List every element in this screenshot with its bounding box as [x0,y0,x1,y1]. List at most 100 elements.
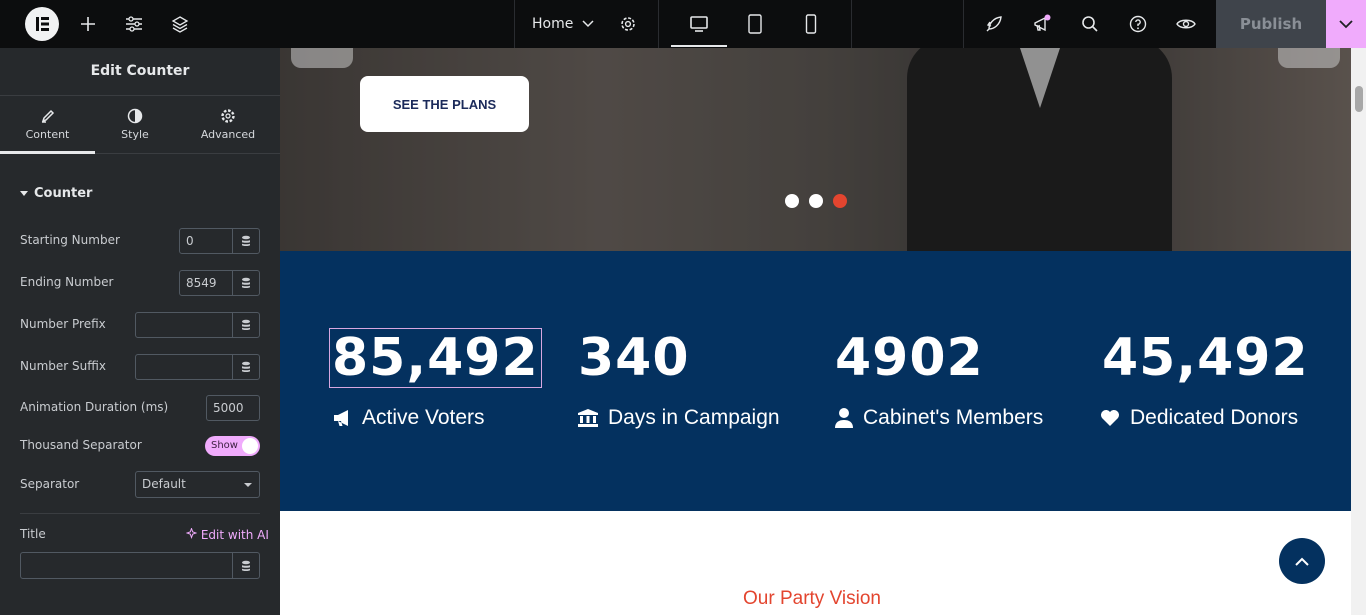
starting-number-label: Starting Number [20,233,120,247]
scroll-thumb[interactable] [1355,86,1363,112]
database-icon [242,560,250,571]
pencil-icon [41,109,54,123]
tab-style[interactable]: Style [95,96,175,154]
half-circle-icon [127,108,143,124]
toolbar-divider [851,0,852,48]
page-name: Home [532,16,574,32]
section-heading: Our Party Vision [743,588,881,609]
dynamic-tags-button[interactable] [232,270,260,296]
top-bar: Home Publish [0,0,1366,48]
separator-select[interactable]: Default [135,471,260,498]
canvas-scrollbar[interactable] [1351,48,1366,615]
panel-title: Edit Counter [0,48,280,96]
thousand-separator-toggle[interactable]: Show [205,436,260,456]
scroll-to-top-button[interactable] [1279,538,1325,584]
separator-label: Separator [20,477,80,491]
title-label: Title [20,527,46,541]
number-prefix-input[interactable] [135,312,233,338]
animation-duration-input[interactable]: 5000 [206,395,260,421]
separator-value: Default [142,477,186,491]
rocket-icon[interactable] [978,0,1010,48]
database-icon [242,235,250,247]
chevron-up-icon [1295,557,1309,566]
see-the-plans-button[interactable]: SEE THE PLANS [360,76,529,132]
toolbar-divider [514,0,515,48]
active-tab-indicator [0,151,95,154]
toolbar-divider [963,0,964,48]
dynamic-tags-button[interactable] [232,228,260,254]
section-counter[interactable]: Counter [20,186,92,201]
counter-number[interactable]: 45,492 [1102,329,1309,387]
publish-options-button[interactable] [1326,0,1366,48]
editor-panel: Edit Counter Content Style Advanced Coun… [0,48,280,615]
counter-number-selected[interactable]: 85,492 [329,328,542,388]
gear-icon [221,109,235,123]
counter-number[interactable]: 4902 [835,329,984,387]
number-suffix-input[interactable] [135,354,233,380]
search-icon[interactable] [1074,0,1106,48]
chevron-down-icon[interactable] [578,0,598,48]
counter-title-text: Cabinet's Members [863,406,1044,429]
edit-with-ai-label: Edit with AI [200,528,269,542]
counter-title-text: Days in Campaign [608,406,780,429]
section-title: Counter [34,186,93,201]
database-icon [242,277,250,289]
heart-icon [1101,410,1119,426]
user-icon [835,408,853,428]
caret-down-icon [20,190,28,196]
caret-down-icon [244,483,252,487]
counter-title: Dedicated Donors [1100,406,1298,430]
tab-advanced[interactable]: Advanced [185,96,271,154]
toolbar-divider [658,0,659,48]
desktop-icon[interactable] [671,0,727,48]
gear-icon[interactable] [612,0,644,48]
ending-number-input[interactable]: 8549 [179,270,233,296]
sparkle-icon [185,527,198,539]
number-suffix-label: Number Suffix [20,359,106,373]
counter-section: 85,492 Active Voters 340 Days in Campaig… [280,251,1351,511]
edit-with-ai-button[interactable]: Edit with AI [185,527,269,542]
counter-title: Days in Campaign [578,406,780,430]
counter-title: Active Voters [332,406,485,430]
mobile-icon[interactable] [791,0,831,48]
slider-next-button[interactable] [1278,48,1340,68]
settings-sliders-icon[interactable] [118,0,150,48]
tab-style-label: Style [121,128,149,141]
counter-title-text: Active Voters [362,406,485,429]
toggle-label: Show [211,440,238,451]
elementor-logo-icon[interactable] [25,7,59,41]
starting-number-input[interactable]: 0 [179,228,233,254]
eye-icon[interactable] [1170,0,1202,48]
add-icon[interactable] [72,0,104,48]
title-input[interactable] [20,552,233,579]
number-prefix-label: Number Prefix [20,317,106,331]
device-active-indicator [671,45,727,47]
control-divider [20,513,260,514]
animation-duration-label: Animation Duration (ms) [20,400,169,414]
counter-number[interactable]: 340 [578,329,690,387]
counter-title-text: Dedicated Donors [1130,406,1299,429]
layers-icon[interactable] [164,0,196,48]
ending-number-label: Ending Number [20,275,114,289]
tablet-icon[interactable] [735,0,775,48]
help-icon[interactable] [1122,0,1154,48]
slider-prev-button[interactable] [291,48,353,68]
slider-dot[interactable] [785,194,799,208]
publish-button[interactable]: Publish [1216,0,1326,48]
slider-dot[interactable] [809,194,823,208]
hero-slider: SEE THE PLANS [280,48,1351,251]
dynamic-tags-button[interactable] [232,312,260,338]
database-icon [242,361,250,373]
toggle-knob [242,438,258,454]
megaphone-icon [334,410,348,426]
bank-icon [578,409,598,427]
dynamic-tags-button[interactable] [232,354,260,380]
slider-dot-active[interactable] [833,194,847,208]
counter-title: Cabinet's Members [835,406,1043,430]
tab-content[interactable]: Content [0,96,95,154]
megaphone-icon[interactable] [1026,0,1058,48]
panel-tabs: Content Style Advanced [0,96,280,154]
page-selector[interactable]: Home [532,0,573,48]
tab-advanced-label: Advanced [200,128,256,141]
dynamic-tags-button[interactable] [232,552,260,579]
